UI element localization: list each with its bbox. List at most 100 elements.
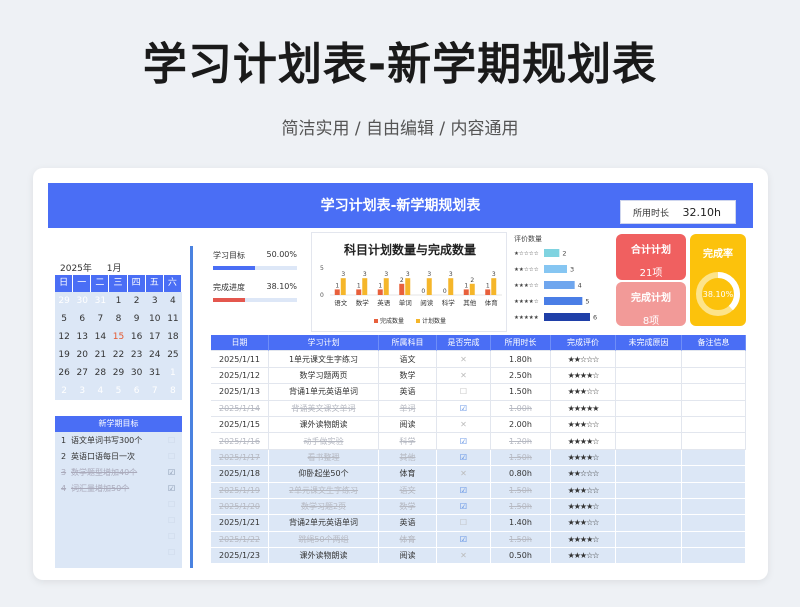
checked-checkbox-icon[interactable]: ☑ [460,502,467,511]
calendar-day[interactable]: 21 [91,346,110,364]
reason-cell[interactable] [616,498,682,516]
status-cell[interactable]: ☑ [437,449,491,467]
empty-checkbox-icon[interactable]: ☐ [168,516,182,525]
status-cell[interactable]: ☑ [437,531,491,549]
status-cell[interactable]: ☑ [437,482,491,499]
calendar-day[interactable]: 3 [145,292,164,310]
calendar-day[interactable]: 8 [163,382,182,400]
note-cell[interactable] [682,384,746,401]
calendar-day[interactable]: 1 [109,292,128,310]
table-row[interactable]: 2025/1/11 1单元课文生字练习 语文 ✕ 1.80h ★★☆☆☆ [211,351,746,368]
calendar-day[interactable]: 17 [145,328,164,346]
cross-icon[interactable]: ✕ [460,371,467,380]
reason-cell[interactable] [616,531,682,549]
note-cell[interactable] [682,548,746,565]
status-cell[interactable]: ☐ [437,384,491,401]
calendar-day[interactable]: 31 [145,364,164,382]
calendar-day[interactable]: 7 [91,310,110,328]
cross-icon[interactable]: ✕ [460,420,467,429]
status-cell[interactable]: ✕ [437,367,491,385]
note-cell[interactable] [682,433,746,450]
note-cell[interactable] [682,482,746,499]
reason-cell[interactable] [616,466,682,483]
calendar-day[interactable]: 4 [91,382,110,400]
table-row[interactable]: 2025/1/15 课外读物朗读 阅读 ✕ 2.00h ★★★☆☆ [211,416,746,434]
cross-icon[interactable]: ✕ [460,355,467,364]
calendar-day[interactable]: 2 [127,292,146,310]
checked-checkbox-icon[interactable]: ☑ [460,437,467,446]
cross-icon[interactable]: ✕ [460,551,467,560]
calendar-day[interactable]: 13 [73,328,92,346]
empty-checkbox-icon[interactable]: ☐ [460,387,467,396]
calendar-day[interactable]: 5 [55,310,74,328]
table-row[interactable]: 2025/1/23 课外读物朗读 阅读 ✕ 0.50h ★★★☆☆ [211,548,746,565]
calendar-day[interactable]: 16 [127,328,146,346]
calendar-day[interactable]: 9 [127,310,146,328]
calendar-day[interactable]: 24 [145,346,164,364]
cross-icon[interactable]: ✕ [460,469,467,478]
table-row[interactable]: 2025/1/14 背诵英文课文单词 单词 ☑ 1.00h ★★★★★ [211,400,746,417]
calendar-day[interactable]: 6 [127,382,146,400]
reason-cell[interactable] [616,482,682,499]
calendar-day[interactable]: 6 [73,310,92,328]
calendar-day[interactable]: 29 [55,292,74,310]
status-cell[interactable]: ✕ [437,416,491,434]
table-row[interactable]: 2025/1/17 看书整理 其他 ☑ 1.50h ★★★★☆ [211,449,746,467]
reason-cell[interactable] [616,548,682,565]
note-cell[interactable] [682,515,746,532]
calendar-day[interactable]: 25 [163,346,182,364]
reason-cell[interactable] [616,351,682,368]
note-cell[interactable] [682,400,746,417]
checked-checkbox-icon[interactable]: ☑ [460,535,467,544]
note-cell[interactable] [682,351,746,368]
calendar-day[interactable]: 11 [163,310,182,328]
note-cell[interactable] [682,449,746,467]
calendar-day[interactable]: 10 [145,310,164,328]
calendar-day[interactable]: 27 [73,364,92,382]
table-row[interactable]: 2025/1/16 动手做实验 科学 ☑ 1.20h ★★★★☆ [211,433,746,450]
empty-checkbox-icon[interactable]: ☐ [168,548,182,557]
checked-checkbox-icon[interactable]: ☑ [168,484,182,493]
reason-cell[interactable] [616,416,682,434]
calendar-day[interactable]: 30 [127,364,146,382]
status-cell[interactable]: ✕ [437,548,491,565]
calendar-day[interactable]: 19 [55,346,74,364]
status-cell[interactable]: ☐ [437,515,491,532]
note-cell[interactable] [682,466,746,483]
table-row[interactable]: 2025/1/13 背诵1单元英语单词 英语 ☐ 1.50h ★★★☆☆ [211,384,746,401]
calendar-day[interactable]: 8 [109,310,128,328]
reason-cell[interactable] [616,515,682,532]
calendar-day[interactable]: 22 [109,346,128,364]
calendar-day[interactable]: 26 [55,364,74,382]
reason-cell[interactable] [616,400,682,417]
calendar-day[interactable]: 15 [109,328,128,346]
calendar-day[interactable]: 14 [91,328,110,346]
empty-checkbox-icon[interactable]: ☐ [168,500,182,509]
calendar-day[interactable]: 4 [163,292,182,310]
reason-cell[interactable] [616,367,682,385]
note-cell[interactable] [682,531,746,549]
calendar-day[interactable]: 30 [73,292,92,310]
checked-checkbox-icon[interactable]: ☑ [168,468,182,477]
note-cell[interactable] [682,416,746,434]
checked-checkbox-icon[interactable]: ☑ [460,404,467,413]
table-row[interactable]: 2025/1/12 数学习题两页 数学 ✕ 2.50h ★★★★☆ [211,367,746,385]
calendar-day[interactable]: 7 [145,382,164,400]
status-cell[interactable]: ✕ [437,351,491,368]
table-row[interactable]: 2025/1/21 背诵2单元英语单词 英语 ☐ 1.40h ★★★☆☆ [211,515,746,532]
checked-checkbox-icon[interactable]: ☑ [460,486,467,495]
empty-checkbox-icon[interactable]: ☐ [168,452,182,461]
calendar-day[interactable]: 31 [91,292,110,310]
reason-cell[interactable] [616,433,682,450]
calendar-day[interactable]: 20 [73,346,92,364]
empty-checkbox-icon[interactable]: ☐ [460,518,467,527]
checked-checkbox-icon[interactable]: ☑ [460,453,467,462]
table-row[interactable]: 2025/1/20 数学习题2页 数学 ☑ 1.50h ★★★★☆ [211,498,746,516]
note-cell[interactable] [682,367,746,385]
calendar-day[interactable]: 18 [163,328,182,346]
status-cell[interactable]: ☑ [437,400,491,417]
calendar-day[interactable]: 12 [55,328,74,346]
calendar-day[interactable]: 28 [91,364,110,382]
status-cell[interactable]: ☑ [437,433,491,450]
calendar-day[interactable]: 3 [73,382,92,400]
